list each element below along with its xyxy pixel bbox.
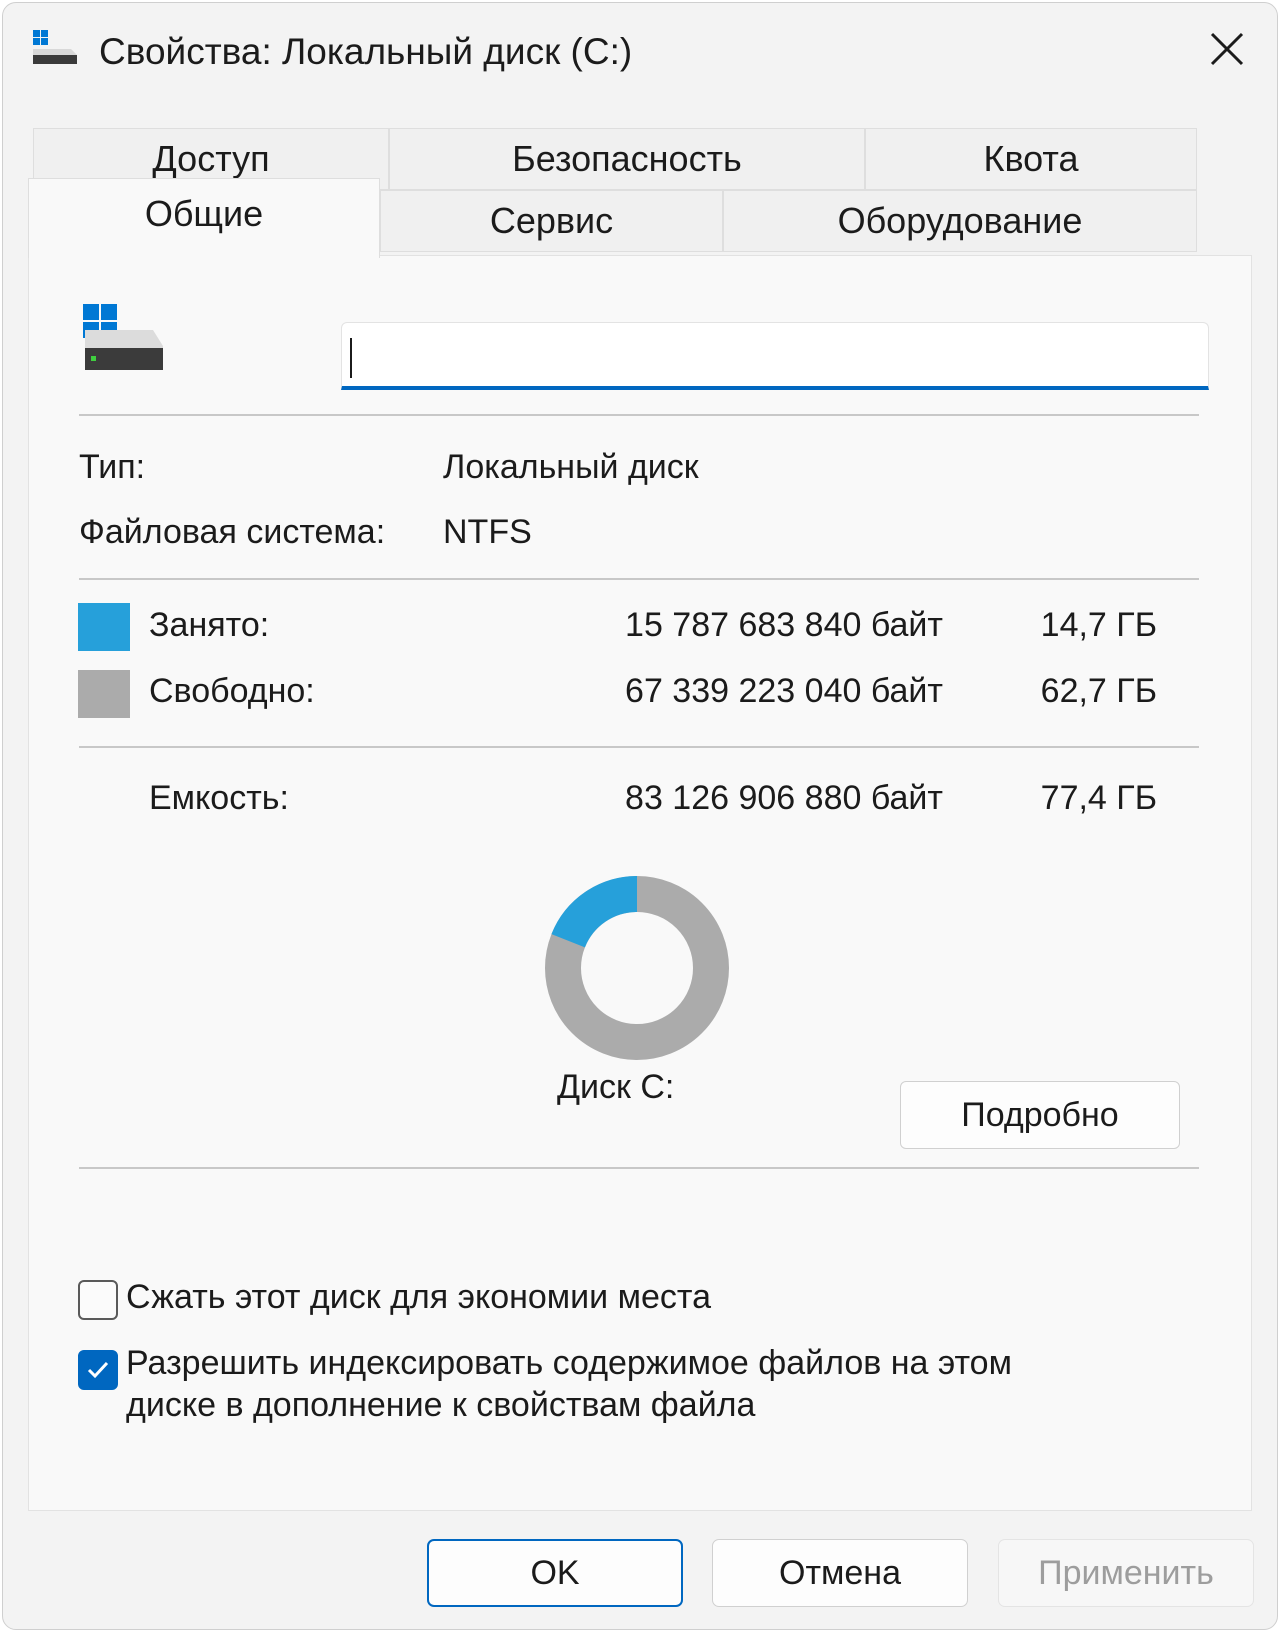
- capacity-bytes: 83 126 906 880 байт: [625, 779, 943, 817]
- free-label: Свободно:: [149, 672, 315, 710]
- tab-hardware[interactable]: Оборудование: [723, 190, 1197, 252]
- used-size: 14,7 ГБ: [1040, 606, 1157, 644]
- free-color-swatch: [78, 670, 130, 718]
- divider: [79, 578, 1199, 580]
- close-icon: [1210, 32, 1244, 66]
- filesystem-label: Файловая система:: [79, 513, 386, 551]
- tab-security[interactable]: Безопасность: [389, 128, 865, 190]
- index-label[interactable]: Разрешить индексировать содержимое файло…: [126, 1342, 1012, 1426]
- divider: [79, 414, 1199, 416]
- title-bar: Свойства: Локальный диск (C:): [3, 3, 1277, 103]
- divider: [79, 746, 1199, 748]
- drive-icon: [33, 30, 77, 64]
- compress-label[interactable]: Сжать этот диск для экономии места: [126, 1276, 711, 1318]
- filesystem-value: NTFS: [443, 513, 532, 551]
- free-size: 62,7 ГБ: [1040, 672, 1157, 710]
- tab-quota[interactable]: Квота: [865, 128, 1197, 190]
- volume-name-input[interactable]: [341, 322, 1209, 390]
- type-value: Локальный диск: [443, 448, 699, 486]
- cancel-button[interactable]: Отмена: [712, 1539, 968, 1607]
- divider: [79, 1167, 1199, 1169]
- text-caret: [350, 338, 352, 378]
- compress-checkbox[interactable]: [78, 1280, 118, 1320]
- disk-usage-chart: [545, 876, 729, 1060]
- general-tab-panel: Тип: Локальный диск Файловая система: NT…: [28, 255, 1252, 1511]
- tab-general[interactable]: Общие: [28, 178, 380, 258]
- used-color-swatch: [78, 603, 130, 651]
- index-label-line1: Разрешить индексировать содержимое файло…: [126, 1344, 1012, 1382]
- used-bytes: 15 787 683 840 байт: [625, 606, 943, 644]
- free-bytes: 67 339 223 040 байт: [625, 672, 943, 710]
- index-label-line2: диске в дополнение к свойствам файла: [126, 1386, 756, 1424]
- window-title: Свойства: Локальный диск (C:): [99, 31, 633, 72]
- check-icon: [87, 1361, 109, 1379]
- tab-tools[interactable]: Сервис: [380, 190, 723, 252]
- drive-icon: [83, 304, 163, 370]
- capacity-label: Емкость:: [149, 779, 289, 817]
- type-label: Тип:: [79, 448, 146, 486]
- used-segment: [551, 876, 638, 949]
- ok-button[interactable]: OK: [427, 1539, 683, 1607]
- properties-dialog: Свойства: Локальный диск (C:) Доступ Без…: [2, 2, 1278, 1630]
- capacity-size: 77,4 ГБ: [1040, 779, 1157, 817]
- disk-label: Диск C:: [557, 1068, 675, 1106]
- details-button[interactable]: Подробно: [900, 1081, 1180, 1149]
- apply-button[interactable]: Применить: [998, 1539, 1254, 1607]
- close-button[interactable]: [1195, 17, 1259, 81]
- used-label: Занято:: [149, 606, 270, 644]
- index-checkbox[interactable]: [78, 1350, 118, 1390]
